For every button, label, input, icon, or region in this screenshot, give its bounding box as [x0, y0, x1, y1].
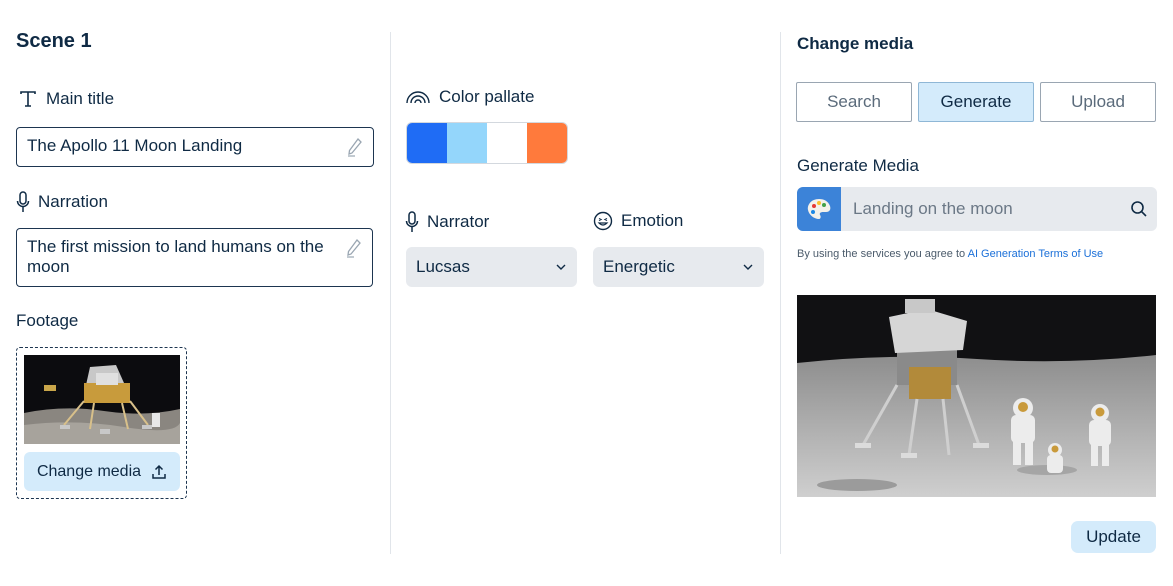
footage-dropzone[interactable]: Change media — [16, 347, 187, 499]
main-title-label-row: Main title — [18, 89, 114, 109]
narration-textarea[interactable]: The first mission to land humans on the … — [16, 228, 373, 287]
scene-editor-panel: Scene 1 Main title The Apollo 11 Moon La… — [0, 0, 390, 586]
rainbow-icon — [406, 91, 430, 104]
microphone-icon — [405, 211, 419, 232]
color-palette-label: Color pallate — [439, 87, 535, 106]
color-swatch-white[interactable] — [487, 123, 527, 163]
change-media-title: Change media — [797, 34, 914, 53]
main-title-value: The Apollo 11 Moon Landing — [27, 136, 243, 155]
generated-media-preview[interactable] — [797, 295, 1156, 497]
change-media-panel: Change media Search Generate Upload Gene… — [781, 0, 1173, 586]
color-palette[interactable] — [406, 122, 568, 164]
chevron-down-icon — [556, 264, 566, 270]
color-swatch-blue[interactable] — [407, 123, 447, 163]
color-swatch-orange[interactable] — [527, 123, 567, 163]
narrator-value: Lucsas — [416, 257, 470, 276]
emotion-label-row: Emotion — [593, 211, 683, 231]
narration-label: Narration — [38, 192, 108, 211]
generate-prompt-bar — [797, 187, 1157, 231]
narration-value: The first mission to land humans on the … — [27, 237, 324, 276]
footage-label: Footage — [16, 311, 79, 330]
generate-media-title: Generate Media — [797, 156, 919, 175]
narration-label-row: Narration — [16, 191, 108, 213]
search-icon[interactable] — [1121, 200, 1157, 218]
microphone-icon — [16, 191, 30, 212]
narrator-select[interactable]: Lucsas — [406, 247, 577, 287]
tab-search[interactable]: Search — [796, 82, 912, 122]
text-t-icon — [20, 91, 36, 107]
color-palette-label-row: Color pallate — [405, 87, 534, 107]
tab-generate[interactable]: Generate — [918, 82, 1034, 122]
pencil-icon[interactable] — [346, 238, 362, 258]
narrator-label: Narrator — [427, 212, 490, 231]
narrator-label-row: Narrator — [405, 211, 489, 233]
emotion-select[interactable]: Energetic — [593, 247, 764, 287]
tab-upload[interactable]: Upload — [1040, 82, 1156, 122]
terms-link[interactable]: AI Generation Terms of Use — [968, 248, 1104, 260]
emotion-label: Emotion — [621, 211, 684, 230]
pencil-icon[interactable] — [347, 137, 363, 157]
update-button[interactable]: Update — [1071, 521, 1156, 553]
color-swatch-light-blue[interactable] — [447, 123, 487, 163]
main-title-input[interactable]: The Apollo 11 Moon Landing — [16, 127, 374, 167]
change-media-button-label: Change media — [36, 462, 142, 480]
style-panel: Color pallate Narrator Lucsas Emotion En… — [391, 0, 780, 586]
footage-thumbnail — [24, 355, 180, 444]
artist-palette-icon — [797, 187, 841, 231]
scene-title: Scene 1 — [16, 30, 92, 52]
main-title-label: Main title — [46, 89, 115, 108]
chevron-down-icon — [743, 264, 753, 270]
generate-prompt-input[interactable] — [841, 187, 1121, 231]
smiley-icon — [593, 211, 613, 231]
terms-prefix: By using the services you agree to — [797, 248, 968, 260]
upload-icon — [152, 464, 166, 479]
terms-notice: By using the services you agree to AI Ge… — [797, 248, 1103, 260]
change-media-button[interactable]: Change media — [24, 452, 180, 491]
emotion-value: Energetic — [603, 257, 675, 276]
